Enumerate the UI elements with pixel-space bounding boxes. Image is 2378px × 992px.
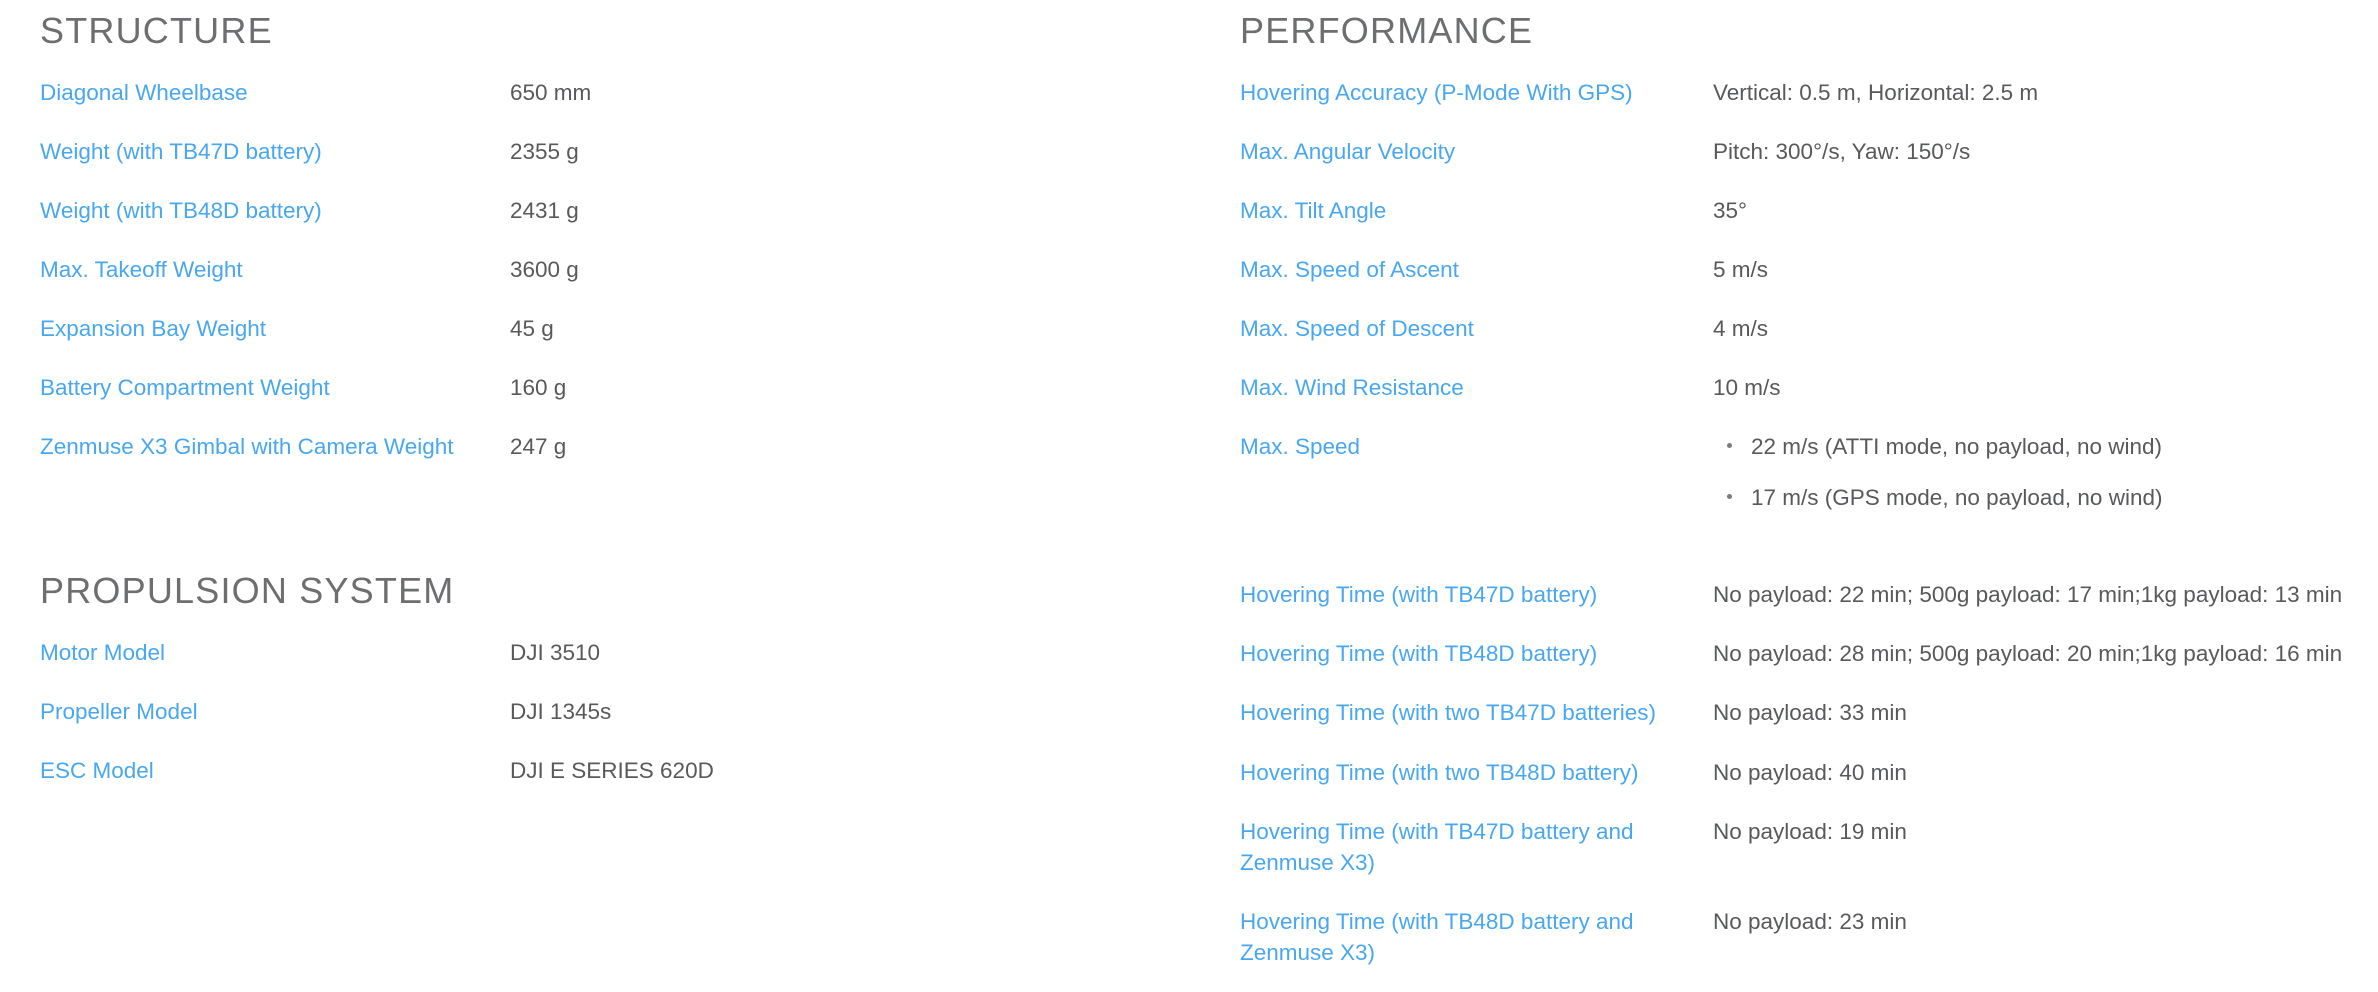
spec-label[interactable]: Max. Wind Resistance (1240, 358, 1713, 417)
table-row: Expansion Bay Weight 45 g (40, 299, 1210, 358)
section-title-propulsion-system: PROPULSION SYSTEM (40, 570, 455, 612)
spec-value: DJI 1345s (510, 699, 612, 725)
spec-label[interactable]: Battery Compartment Weight (40, 358, 510, 417)
spec-value: 10 m/s (1713, 375, 1781, 401)
list-item-label: 17 m/s (GPS mode, no payload, no wind) (1751, 485, 2163, 511)
spec-label[interactable]: Max. Takeoff Weight (40, 240, 510, 299)
performance-spec-table: Hovering Accuracy (P-Mode With GPS) Vert… (1240, 63, 2354, 982)
spec-value: 35° (1713, 198, 1748, 224)
table-row: Max. Tilt Angle 35° (1240, 181, 2354, 240)
spec-value: No payload: 28 min; 500g payload: 20 min… (1713, 641, 2343, 667)
table-row: Max. Speed of Ascent 5 m/s (1240, 240, 2354, 299)
spacer-cell (1240, 527, 1713, 565)
table-row: Zenmuse X3 Gimbal with Camera Weight 247… (40, 417, 1210, 476)
section-title-structure: STRUCTURE (40, 10, 273, 51)
spec-value: No payload: 19 min (1713, 818, 1907, 844)
table-row: Hovering Time (with TB47D battery) No pa… (1240, 565, 2354, 624)
table-row: Weight (with TB48D battery) 2431 g (40, 181, 1210, 240)
spec-value: DJI E SERIES 620D (510, 758, 714, 784)
spec-value: No payload: 40 min (1713, 759, 1907, 785)
spec-value: 4 m/s (1713, 316, 1769, 342)
spec-value: DJI 3510 (510, 640, 601, 666)
spec-value: 5 m/s (1713, 257, 1769, 283)
table-row: Diagonal Wheelbase 650 mm (40, 63, 1210, 122)
spec-label[interactable]: Hovering Time (with TB47D battery) (1240, 565, 1713, 624)
spec-label[interactable]: Hovering Time (with TB47D battery and Ze… (1240, 802, 1713, 892)
table-row: Battery Compartment Weight 160 g (40, 358, 1210, 417)
list-item: 17 m/s (GPS mode, no payload, no wind) (1727, 482, 2354, 513)
spec-value-list: 22 m/s (ATTI mode, no payload, no wind) … (1713, 417, 2354, 527)
spec-sheet-page: STRUCTURE Diagonal Wheelbase 650 mm Weig… (0, 0, 2378, 992)
structure-spec-table: Diagonal Wheelbase 650 mm Weight (with T… (40, 63, 1210, 476)
spec-label[interactable]: Hovering Time (with TB48D battery) (1240, 624, 1713, 683)
left-column: STRUCTURE Diagonal Wheelbase 650 mm Weig… (0, 0, 1230, 800)
row-spacer (1240, 527, 2354, 565)
spec-label[interactable]: Max. Speed of Ascent (1240, 240, 1713, 299)
spec-label[interactable]: Hovering Accuracy (P-Mode With GPS) (1240, 63, 1713, 122)
spec-label[interactable]: Hovering Time (with two TB47D batteries) (1240, 683, 1713, 742)
spec-value: 45 g (510, 316, 554, 342)
propulsion-spec-table: Motor Model DJI 3510 Propeller Model DJI… (40, 623, 1210, 800)
bullet-dot-icon (1727, 443, 1732, 449)
spec-value: No payload: 33 min (1713, 700, 1907, 726)
spec-value: No payload: 23 min (1713, 908, 1907, 934)
table-row-max-speed: Max. Speed 22 m/s (ATTI mode, no payload… (1240, 417, 2354, 527)
spec-label[interactable]: Max. Angular Velocity (1240, 122, 1713, 181)
table-row: Weight (with TB47D battery) 2355 g (40, 122, 1210, 181)
table-row: Max. Takeoff Weight 3600 g (40, 240, 1210, 299)
spec-label[interactable]: Weight (with TB47D battery) (40, 122, 510, 181)
spec-value: Vertical: 0.5 m, Horizontal: 2.5 m (1713, 80, 2039, 105)
spec-label[interactable]: Motor Model (40, 623, 510, 682)
spec-label[interactable]: Max. Speed of Descent (1240, 299, 1713, 358)
spec-label[interactable]: Zenmuse X3 Gimbal with Camera Weight (40, 417, 510, 476)
spec-value: No payload: 22 min; 500g payload: 17 min… (1713, 582, 2343, 608)
spec-label[interactable]: Propeller Model (40, 682, 510, 741)
spec-label[interactable]: Hovering Time (with TB48D battery and Ze… (1240, 892, 1713, 982)
max-speed-bullet-list: 22 m/s (ATTI mode, no payload, no wind) … (1713, 431, 2354, 513)
spec-columns: STRUCTURE Diagonal Wheelbase 650 mm Weig… (0, 0, 2378, 982)
table-row: Max. Wind Resistance 10 m/s (1240, 358, 2354, 417)
table-row: Max. Speed of Descent 4 m/s (1240, 299, 2354, 358)
section-title-performance: PERFORMANCE (1240, 10, 1534, 51)
spec-value: 2431 g (510, 198, 579, 224)
list-item: 22 m/s (ATTI mode, no payload, no wind) (1727, 431, 2354, 462)
table-row: Hovering Accuracy (P-Mode With GPS) Vert… (1240, 63, 2354, 122)
bullet-dot-icon (1727, 494, 1732, 500)
spec-label[interactable]: Expansion Bay Weight (40, 299, 510, 358)
spec-label[interactable]: ESC Model (40, 741, 510, 800)
spec-value: 2355 g (510, 139, 579, 165)
table-row: Motor Model DJI 3510 (40, 623, 1210, 682)
spec-label[interactable]: Max. Tilt Angle (1240, 181, 1713, 240)
spec-label[interactable]: Diagonal Wheelbase (40, 63, 510, 122)
table-row: Hovering Time (with TB47D battery and Ze… (1240, 802, 2354, 892)
spec-value: 160 g (510, 375, 567, 401)
table-row: Propeller Model DJI 1345s (40, 682, 1210, 741)
spec-label[interactable]: Max. Speed (1240, 417, 1713, 527)
table-row: Hovering Time (with two TB48D battery) N… (1240, 743, 2354, 802)
table-row: Hovering Time (with TB48D battery and Ze… (1240, 892, 2354, 982)
spec-label[interactable]: Weight (with TB48D battery) (40, 181, 510, 240)
spec-value: 650 mm (510, 80, 592, 105)
table-row: ESC Model DJI E SERIES 620D (40, 741, 1210, 800)
spacer-cell (1713, 527, 2354, 565)
right-column: PERFORMANCE Hovering Accuracy (P-Mode Wi… (1230, 0, 2378, 982)
list-item-label: 22 m/s (ATTI mode, no payload, no wind) (1751, 434, 2163, 460)
table-row: Max. Angular Velocity Pitch: 300°/s, Yaw… (1240, 122, 2354, 181)
spec-value: 247 g (510, 434, 567, 460)
table-row: Hovering Time (with TB48D battery) No pa… (1240, 624, 2354, 683)
spec-label[interactable]: Hovering Time (with two TB48D battery) (1240, 743, 1713, 802)
spec-value: 3600 g (510, 257, 579, 283)
spec-value: Pitch: 300°/s, Yaw: 150°/s (1713, 139, 1971, 165)
table-row: Hovering Time (with two TB47D batteries)… (1240, 683, 2354, 742)
